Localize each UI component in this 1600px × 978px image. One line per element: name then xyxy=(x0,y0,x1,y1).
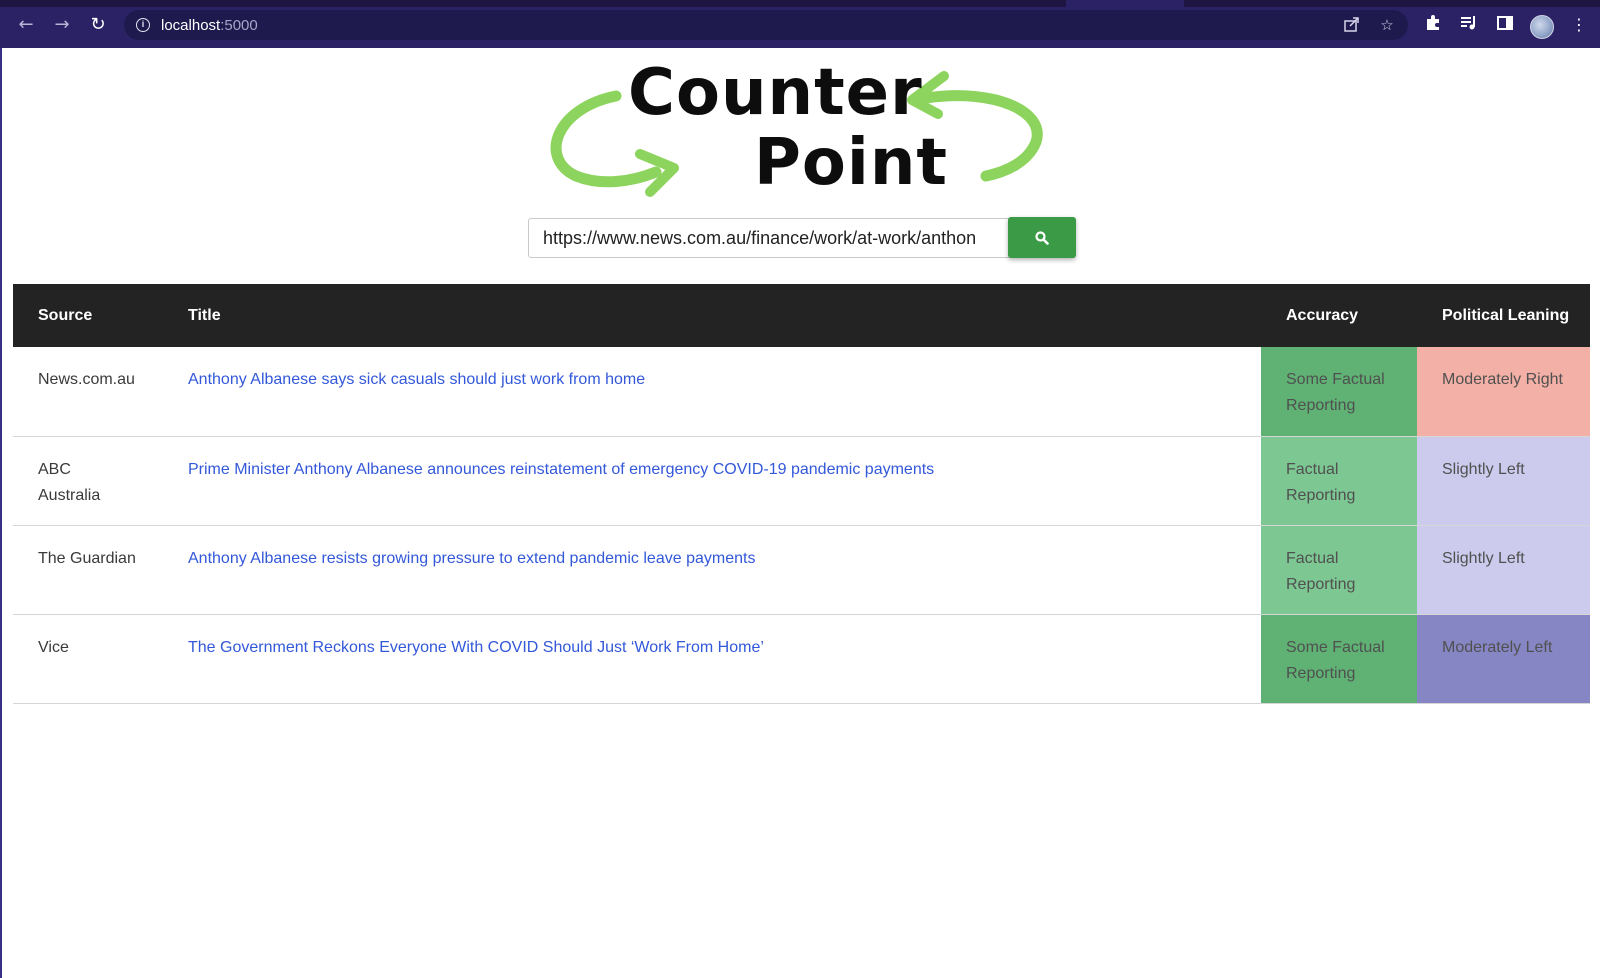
arrow-left-icon[interactable]: ← xyxy=(15,14,37,36)
title-cell: The Government Reckons Everyone With COV… xyxy=(163,614,1261,703)
source-cell: News.com.au xyxy=(38,371,135,388)
title-cell: Anthony Albanese says sick casuals shoul… xyxy=(163,347,1261,436)
url-search-input[interactable] xyxy=(528,218,1010,258)
accuracy-cell: Factual Reporting xyxy=(1261,525,1417,614)
arrow-right-icon[interactable]: → xyxy=(51,14,73,36)
source-cell: ABC Australia xyxy=(38,460,101,504)
title-cell: Anthony Albanese resists growing pressur… xyxy=(163,525,1261,614)
media-queue-icon[interactable] xyxy=(1458,14,1480,36)
logo-word-counter: Counter xyxy=(628,56,923,130)
header-political-leaning: Political Leaning xyxy=(1442,306,1570,324)
avatar[interactable] xyxy=(1530,15,1554,39)
url-host: localhost xyxy=(161,17,221,34)
table-row: The Guardian Anthony Albanese resists gr… xyxy=(13,525,1590,614)
info-icon[interactable]: i xyxy=(136,18,150,32)
table-row: News.com.au Anthony Albanese says sick c… xyxy=(13,347,1590,436)
table-row: Vice The Government Reckons Everyone Wit… xyxy=(13,614,1590,703)
article-link[interactable]: Prime Minister Anthony Albanese announce… xyxy=(188,461,934,478)
accuracy-cell: Some Factual Reporting xyxy=(1261,614,1417,703)
article-link[interactable]: Anthony Albanese says sick casuals shoul… xyxy=(188,371,645,388)
search-button[interactable] xyxy=(1008,217,1076,258)
browser-toolbar: ← → ↻ i localhost:5000 ☆ ⋮ xyxy=(0,0,1600,48)
reload-icon[interactable]: ↻ xyxy=(87,14,109,36)
table-row: ABC Australia Prime Minister Anthony Alb… xyxy=(13,436,1590,525)
active-tab[interactable] xyxy=(1066,0,1184,8)
table-header-row: Source Title Accuracy Political Leaning xyxy=(13,284,1590,347)
leaning-cell: Moderately Left xyxy=(1417,614,1590,703)
results-table: Source Title Accuracy Political Leaning … xyxy=(13,284,1590,704)
leaning-cell: Slightly Left xyxy=(1417,436,1590,525)
logo-word-point: Point xyxy=(754,126,948,200)
puzzle-icon[interactable] xyxy=(1422,14,1444,36)
header-title: Title xyxy=(188,306,221,324)
tab-strip xyxy=(0,0,1600,7)
search-icon xyxy=(1035,230,1049,245)
counterpoint-logo: Counter Point xyxy=(546,56,1060,204)
share-icon[interactable] xyxy=(1342,15,1362,35)
url-port: :5000 xyxy=(220,17,258,34)
source-cell: Vice xyxy=(38,638,69,656)
side-panel-icon[interactable] xyxy=(1494,14,1516,36)
title-cell: Prime Minister Anthony Albanese announce… xyxy=(163,436,1261,525)
window-border xyxy=(0,48,2,978)
header-source: Source xyxy=(38,306,93,324)
leaning-cell: Moderately Right xyxy=(1417,347,1590,436)
header-accuracy: Accuracy xyxy=(1286,306,1359,324)
accuracy-cell: Factual Reporting xyxy=(1261,436,1417,525)
article-link[interactable]: The Government Reckons Everyone With COV… xyxy=(188,639,764,656)
accuracy-cell: Some Factual Reporting xyxy=(1261,347,1417,436)
star-icon[interactable]: ☆ xyxy=(1377,15,1397,35)
kebab-menu-icon[interactable]: ⋮ xyxy=(1568,14,1590,36)
address-bar[interactable]: i localhost:5000 ☆ xyxy=(124,10,1408,40)
source-cell: The Guardian xyxy=(38,549,136,567)
url-text[interactable]: localhost:5000 xyxy=(161,17,258,34)
article-link[interactable]: Anthony Albanese resists growing pressur… xyxy=(188,550,755,567)
leaning-cell: Slightly Left xyxy=(1417,525,1590,614)
